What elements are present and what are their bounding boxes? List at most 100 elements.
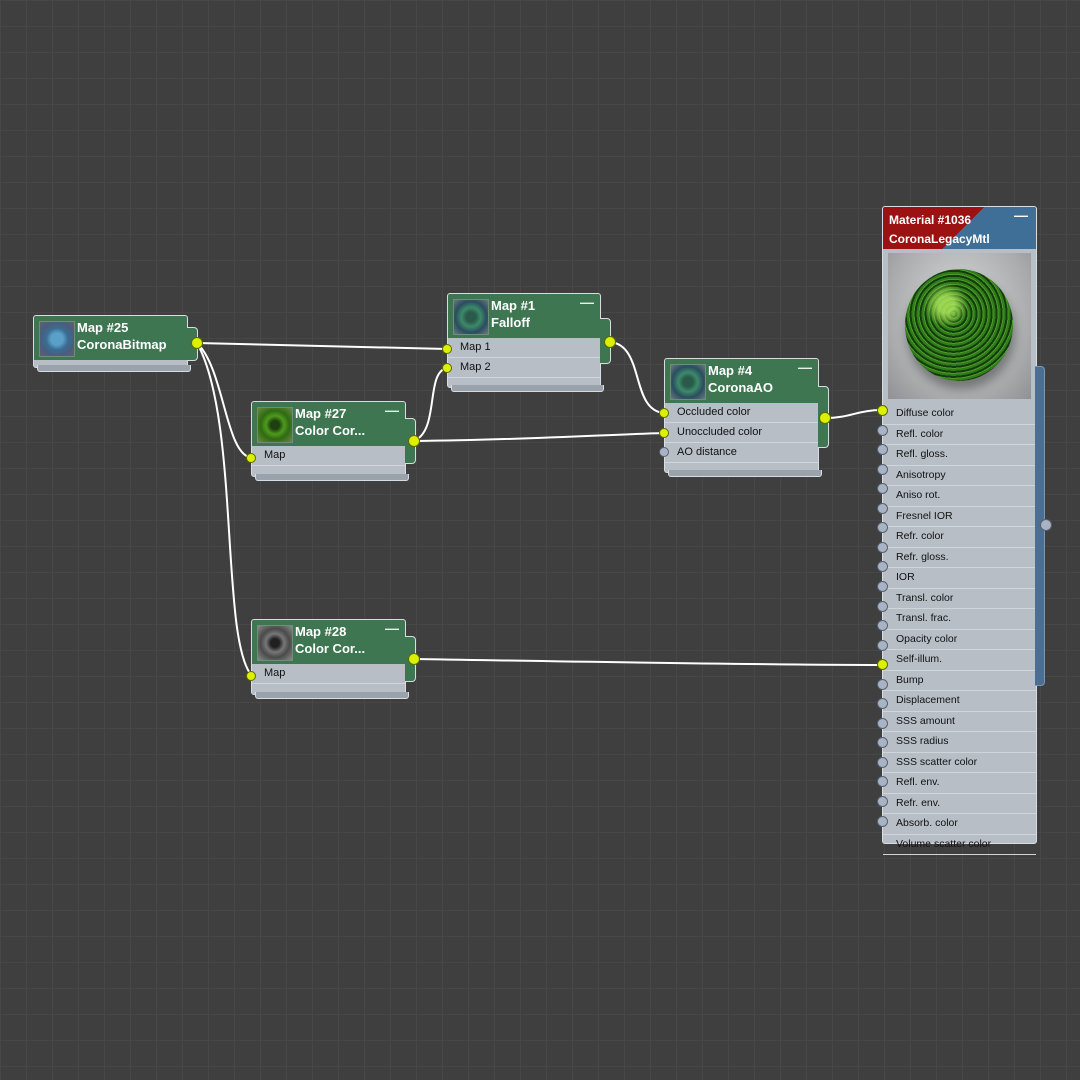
node-map28-output-socket[interactable] (408, 653, 420, 665)
minimize-icon[interactable]: — (580, 294, 594, 310)
node-map1-header[interactable]: Map #1 Falloff — (448, 294, 600, 338)
slot-label: Bump (896, 673, 924, 686)
slot-label: Refl. gloss. (896, 448, 948, 460)
node-map27[interactable]: Map #27 Color Cor... — Map (251, 401, 409, 481)
slot-map-1[interactable]: Map 1 (448, 338, 600, 358)
wire-map25-to-map27 (196, 342, 253, 459)
material-slot-self-illum[interactable]: Self-illum. (883, 650, 1036, 671)
minimize-icon[interactable]: — (385, 402, 399, 418)
slate-material-editor-canvas[interactable]: Map #25 CoronaBitmap Map #1 Falloff — Ma… (0, 0, 1080, 1080)
material-sss-radius-input-socket[interactable] (877, 717, 888, 729)
node-map4-header[interactable]: Map #4 CoronaAO — (665, 359, 818, 403)
node-bottom-rim (255, 692, 409, 699)
slot-label: Map 2 (460, 361, 491, 373)
node-map1-output-socket[interactable] (604, 336, 616, 348)
material-slot-fresnel-ior[interactable]: Fresnel IOR (883, 507, 1036, 527)
material-refr-gloss-input-socket[interactable] (877, 541, 888, 553)
slot-label: Fresnel IOR (896, 509, 953, 522)
material-self-illum-input-socket[interactable] (877, 639, 888, 651)
material-slot-absorb-color[interactable]: Absorb. color (883, 814, 1036, 835)
map4-occluded-input-socket[interactable] (659, 408, 669, 418)
material-slot-refl-gloss[interactable]: Refl. gloss. (883, 445, 1036, 466)
material-slot-opacity-color[interactable]: Opacity color (883, 630, 1036, 650)
slot-label: SSS radius (896, 735, 949, 747)
minimize-icon[interactable]: — (385, 620, 399, 636)
slot-label: Transl. frac. (896, 612, 952, 624)
map28-map-input-socket[interactable] (246, 671, 256, 681)
slot-map[interactable]: Map (252, 446, 405, 466)
material-slot-refl-color[interactable]: Refl. color (883, 425, 1036, 445)
slot-label: SSS amount (896, 714, 955, 727)
map4-unoccluded-input-socket[interactable] (659, 428, 669, 438)
node-bottom-rim (255, 474, 409, 481)
map4-ao-distance-input-socket[interactable] (659, 447, 669, 457)
node-map25-header[interactable]: Map #25 CoronaBitmap (34, 316, 187, 360)
minimize-icon[interactable]: — (1014, 207, 1028, 223)
material-name: Material #1036 (889, 213, 972, 227)
material-opacity-color-input-socket[interactable] (877, 620, 888, 632)
material-volume-scatter-color-input-socket[interactable] (877, 815, 888, 827)
material-slot-aniso-rot[interactable]: Aniso rot. (883, 486, 1036, 507)
material-refl-env-input-socket[interactable] (877, 756, 888, 768)
material-fresnel-ior-input-socket[interactable] (877, 502, 888, 514)
slot-label: Unoccluded color (677, 426, 762, 438)
material-slot-transl-frac[interactable]: Transl. frac. (883, 609, 1036, 630)
material-slot-transl-color[interactable]: Transl. color (883, 589, 1036, 609)
material-slot-sss-radius[interactable]: SSS radius (883, 732, 1036, 753)
slot-occluded-color[interactable]: Occluded color (665, 403, 818, 423)
wire-map1-to-map4-occluded (609, 341, 665, 414)
node-bottom-rim (37, 365, 191, 372)
node-name: Map #1 (491, 298, 536, 313)
material-slot-sss-scatter-color[interactable]: SSS scatter color (883, 753, 1036, 773)
material-refl-color-input-socket[interactable] (877, 424, 888, 436)
map27-map-input-socket[interactable] (246, 453, 256, 463)
node-map4[interactable]: Map #4 CoronaAO — Occluded color Unocclu… (664, 358, 822, 477)
material-type: CoronaLegacyMtl (889, 232, 990, 246)
material-diffuse-color-input-socket[interactable] (877, 405, 888, 416)
slot-label: Anisotropy (896, 468, 946, 481)
node-material[interactable]: Material #1036 CoronaLegacyMtl — Diffuse… (882, 206, 1037, 855)
node-map28[interactable]: Map #28 Color Cor... — Map (251, 619, 409, 699)
node-map25[interactable]: Map #25 CoronaBitmap (33, 315, 191, 372)
slot-label: Volume scatter color (896, 837, 992, 850)
material-slot-volume-scatter-color[interactable]: Volume scatter color (883, 835, 1036, 855)
material-header[interactable]: Material #1036 CoronaLegacyMtl — (883, 207, 1036, 249)
map1-slot1-input-socket[interactable] (442, 344, 452, 354)
slot-label: Self-illum. (896, 653, 943, 665)
slot-ao-distance[interactable]: AO distance (665, 443, 818, 463)
node-type: Falloff (491, 315, 530, 330)
wire-map28-to-material-bump (413, 658, 883, 666)
material-absorb-color-input-socket[interactable] (877, 796, 888, 807)
material-anisotropy-input-socket[interactable] (877, 463, 888, 475)
material-slot-displacement[interactable]: Displacement (883, 691, 1036, 712)
material-transl-color-input-socket[interactable] (877, 580, 888, 592)
map1-slot2-input-socket[interactable] (442, 363, 452, 373)
material-slot-anisotropy[interactable]: Anisotropy (883, 466, 1036, 486)
minimize-icon[interactable]: — (798, 359, 812, 375)
material-slot-refr-color[interactable]: Refr. color (883, 527, 1036, 548)
material-slot-refr-gloss[interactable]: Refr. gloss. (883, 548, 1036, 568)
node-map27-header[interactable]: Map #27 Color Cor... — (252, 402, 405, 446)
material-slot-sss-amount[interactable]: SSS amount (883, 712, 1036, 732)
slot-map-2[interactable]: Map 2 (448, 358, 600, 378)
node-map27-output-socket[interactable] (408, 435, 420, 447)
node-map4-output-socket[interactable] (819, 412, 831, 424)
node-map1[interactable]: Map #1 Falloff — Map 1 Map 2 (447, 293, 604, 392)
material-slot-bump[interactable]: Bump (883, 671, 1036, 691)
slot-unoccluded-color[interactable]: Unoccluded color (665, 423, 818, 443)
slot-label: Occluded color (677, 406, 751, 418)
slot-map[interactable]: Map (252, 664, 405, 684)
node-map28-header[interactable]: Map #28 Color Cor... — (252, 620, 405, 664)
material-slot-ior[interactable]: IOR (883, 568, 1036, 589)
material-transl-frac-input-socket[interactable] (877, 600, 888, 612)
node-type: Color Cor... (295, 641, 366, 656)
falloff-thumbnail-icon (453, 299, 489, 335)
material-slot-refl-env[interactable]: Refl. env. (883, 773, 1036, 794)
material-slot-refr-env[interactable]: Refr. env. (883, 794, 1036, 814)
bitmap-thumbnail-icon (39, 321, 75, 357)
node-name: Map #25 (77, 320, 129, 335)
material-slot-diffuse-color[interactable]: Diffuse color (883, 404, 1036, 425)
material-output-socket[interactable] (1040, 519, 1052, 531)
node-map25-output-socket[interactable] (191, 337, 203, 349)
material-displacement-input-socket[interactable] (877, 678, 888, 690)
